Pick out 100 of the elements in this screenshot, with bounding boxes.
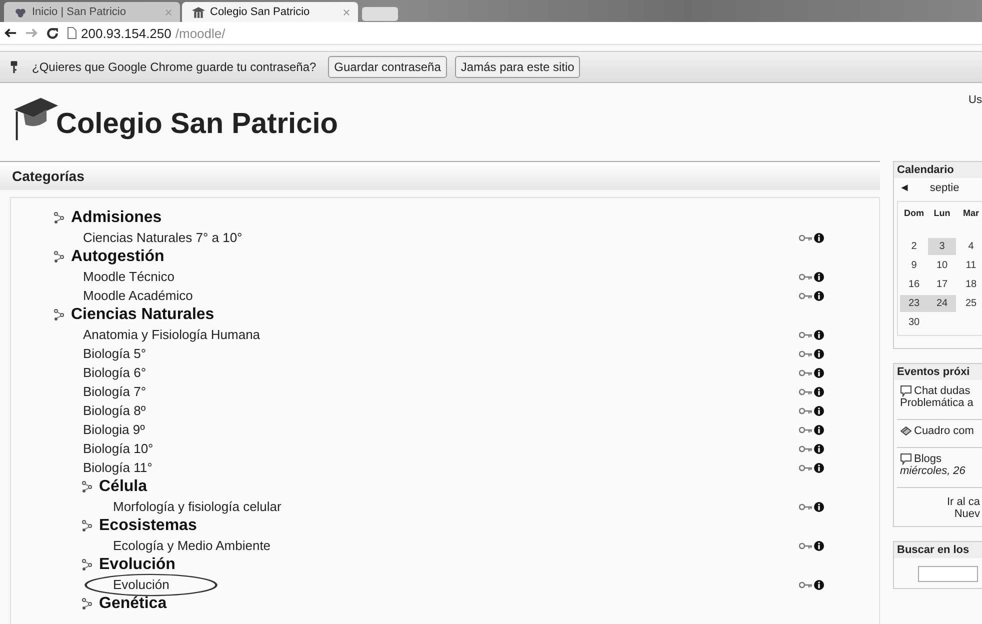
key-icon[interactable] <box>799 580 813 588</box>
category-icon <box>53 309 65 321</box>
calendar-day[interactable]: 17 <box>928 276 956 293</box>
key-icon <box>10 60 18 74</box>
category-link[interactable]: Genética <box>99 595 167 613</box>
block-title: Eventos próxi <box>894 364 982 380</box>
infobar-button[interactable]: Guardar contraseña <box>328 56 447 78</box>
course-link[interactable]: Ecología y Medio Ambiente <box>113 538 271 553</box>
site-title: Colegio San Patricio <box>56 108 338 141</box>
calendar-day[interactable]: 30 <box>900 314 928 331</box>
course-link[interactable]: Biología 5° <box>83 346 146 361</box>
event-detail: Problemática a <box>900 397 974 409</box>
course-link[interactable]: Biología 10° <box>83 441 154 456</box>
course-link[interactable]: Ciencias Naturales 7° a 10° <box>83 230 242 245</box>
info-icon[interactable] <box>814 330 824 340</box>
info-icon[interactable] <box>814 272 824 282</box>
course-link[interactable]: Morfología y fisiología celular <box>113 499 282 514</box>
course-link[interactable]: Biología 11° <box>83 460 152 475</box>
event-date: miércoles, 26 <box>900 465 966 477</box>
event-link[interactable]: Cuadro com <box>914 425 974 437</box>
calendar-day[interactable]: 4 <box>956 238 982 255</box>
info-icon[interactable] <box>814 424 824 434</box>
info-icon[interactable] <box>814 540 824 550</box>
speech-bubble-icon <box>900 385 912 397</box>
category-link[interactable]: Admisiones <box>71 209 162 227</box>
info-icon[interactable] <box>814 580 824 590</box>
speech-bubble-icon <box>900 453 912 465</box>
key-icon[interactable] <box>799 406 813 414</box>
calendar-day[interactable]: 9 <box>900 257 928 274</box>
month-label: septie <box>930 182 960 194</box>
key-icon[interactable] <box>799 350 813 358</box>
category-icon <box>81 559 93 571</box>
key-icon[interactable] <box>799 426 813 434</box>
info-icon[interactable] <box>814 502 824 512</box>
info-icon[interactable] <box>814 462 824 472</box>
search-field[interactable] <box>918 566 978 582</box>
key-icon[interactable] <box>799 542 813 550</box>
close-icon[interactable] <box>343 8 350 16</box>
browser-tab[interactable]: Colegio San Patricio <box>182 2 358 22</box>
category-link[interactable]: Evolución <box>99 556 176 574</box>
category-link[interactable]: Ecosistemas <box>99 517 197 535</box>
forum-icon <box>900 425 912 437</box>
calendar-day[interactable]: 10 <box>928 257 956 274</box>
course-link[interactable]: Biología 8º <box>83 403 146 418</box>
infobar-button[interactable]: Jamás para este sitio <box>454 56 580 78</box>
save-password-message: ¿Quieres que Google Chrome guarde tu contraseña? <box>32 60 316 74</box>
weekday-label: Lun <box>932 208 952 218</box>
category-link[interactable]: Ciencias Naturales <box>71 306 214 324</box>
page-icon <box>67 27 77 39</box>
key-icon[interactable] <box>799 234 813 242</box>
weekday-label: Mar <box>962 208 980 218</box>
key-icon[interactable] <box>799 388 813 396</box>
key-icon[interactable] <box>799 272 813 280</box>
course-link[interactable]: Moodle Académico <box>83 288 193 303</box>
weekday-label: Dom <box>903 208 925 218</box>
forward-icon[interactable] <box>25 28 38 38</box>
calendar-day[interactable]: 23 <box>900 295 928 312</box>
calendar-day[interactable]: 16 <box>900 276 928 293</box>
calendar-day[interactable]: 24 <box>928 295 956 312</box>
block-title: Categorías <box>12 168 84 184</box>
info-icon[interactable] <box>814 406 824 416</box>
info-icon[interactable] <box>814 348 824 358</box>
key-icon[interactable] <box>799 292 813 300</box>
info-icon[interactable] <box>814 232 824 242</box>
browser-tab[interactable]: Inicio | San Patricio <box>4 2 180 22</box>
events-footer-link[interactable]: Nuev <box>954 508 980 520</box>
key-icon[interactable] <box>799 444 813 452</box>
events-footer-link[interactable]: Ir al ca <box>946 496 980 508</box>
event-link[interactable]: Chat dudas <box>914 385 970 397</box>
block-title: Buscar en los <box>894 542 982 558</box>
info-icon[interactable] <box>814 444 824 454</box>
key-icon[interactable] <box>799 502 813 510</box>
clover-icon <box>14 6 27 18</box>
course-link[interactable]: Biología 6° <box>83 365 146 380</box>
category-icon <box>53 251 65 263</box>
category-icon <box>81 520 93 532</box>
back-icon[interactable] <box>4 28 17 38</box>
event-link[interactable]: Blogs <box>914 453 942 465</box>
category-icon <box>81 481 93 493</box>
key-icon[interactable] <box>799 330 813 338</box>
login-info: Us <box>968 94 982 106</box>
reload-icon[interactable] <box>46 26 59 40</box>
info-icon[interactable] <box>814 368 824 378</box>
course-link[interactable]: Biología 7° <box>83 384 146 399</box>
course-link[interactable]: Anatomia y Fisiología Humana <box>83 327 260 342</box>
key-icon[interactable] <box>799 368 813 376</box>
calendar-day[interactable]: 11 <box>956 257 982 274</box>
calendar-day[interactable]: 2 <box>900 238 928 255</box>
calendar-day[interactable]: 3 <box>928 238 956 255</box>
category-link[interactable]: Célula <box>99 478 148 496</box>
category-icon <box>53 212 65 224</box>
previous-month-icon[interactable]: ◄ <box>899 182 910 194</box>
category-link[interactable]: Autogestión <box>71 248 164 266</box>
course-link[interactable]: Moodle Técnico <box>83 269 175 284</box>
calendar-day[interactable]: 18 <box>956 276 982 293</box>
info-icon[interactable] <box>814 386 824 396</box>
key-icon[interactable] <box>799 464 813 472</box>
info-icon[interactable] <box>814 290 824 300</box>
course-link[interactable]: Biologia 9º <box>83 422 145 437</box>
calendar-day[interactable]: 25 <box>956 295 982 312</box>
